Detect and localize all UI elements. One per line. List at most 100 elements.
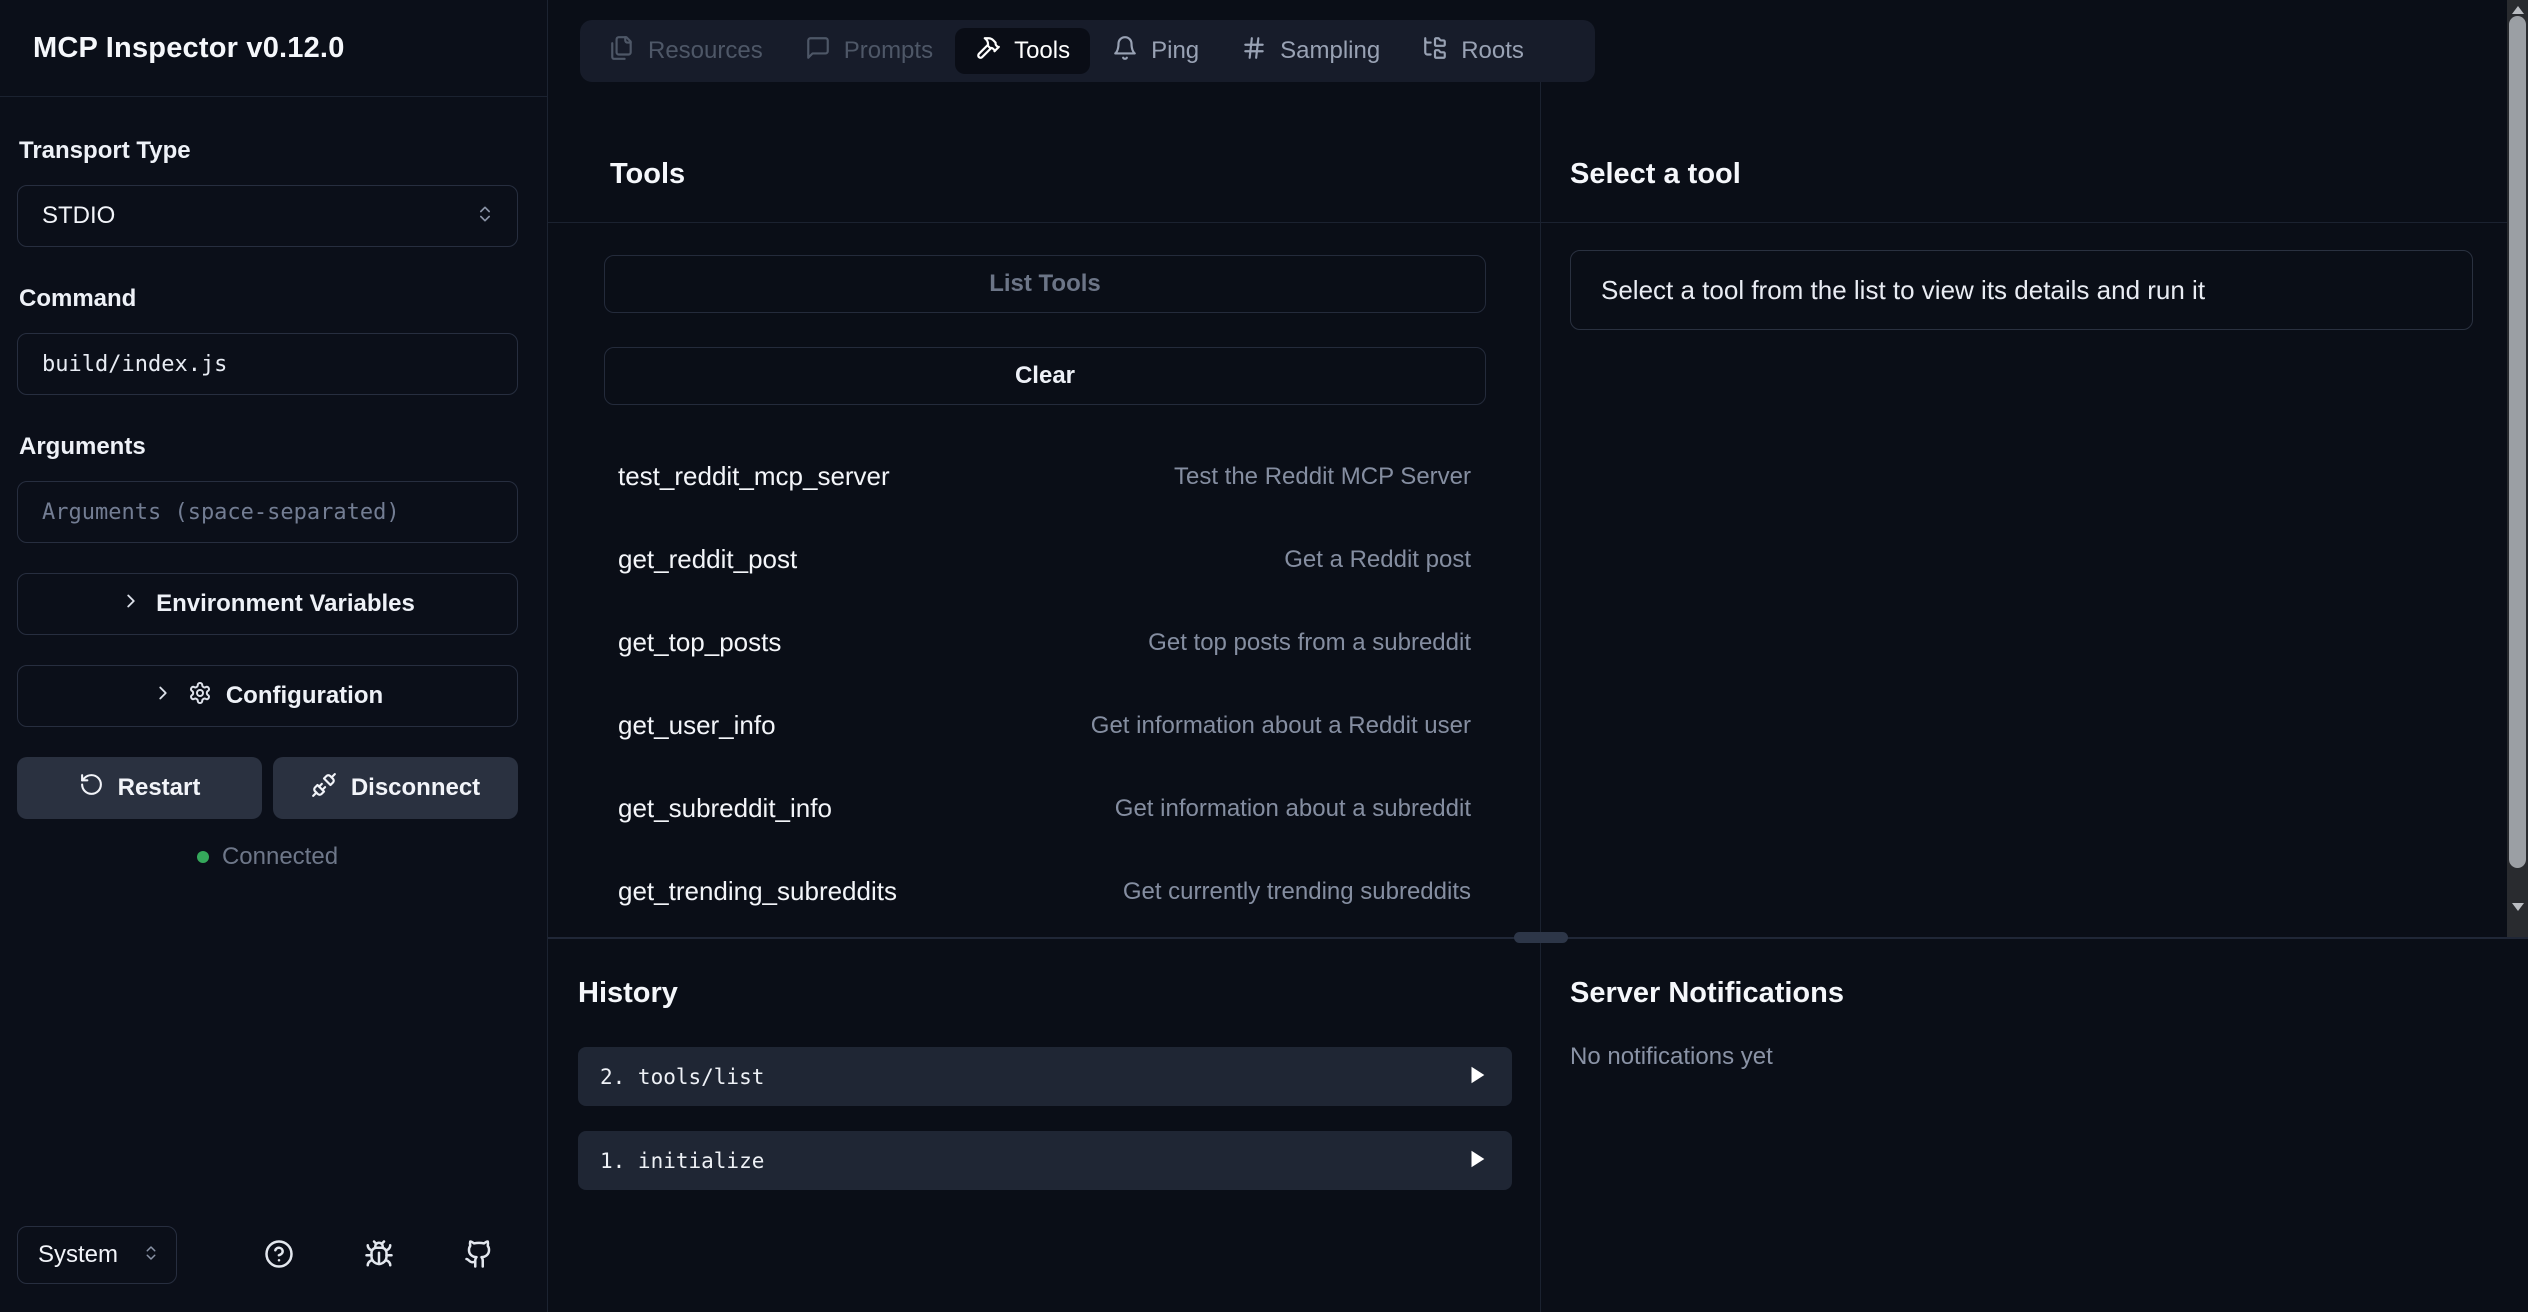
chevrons-up-down-icon [142,1244,160,1267]
sidebar-footer: System [0,1226,547,1312]
tab-resources[interactable]: Resources [589,28,783,74]
connection-actions: Restart Disconnect [17,757,518,819]
tools-heading: Tools [610,156,1540,192]
scrollbar-down-arrow[interactable] [2507,897,2528,917]
rotate-ccw-icon [79,772,104,804]
tab-label: Sampling [1280,37,1380,65]
panel-resize-handle[interactable] [1514,932,1568,943]
arguments-label: Arguments [19,433,518,461]
connected-status-dot [197,851,209,863]
server-notifications-heading: Server Notifications [1570,975,2528,1011]
tools-main: Tools List Tools Clear test_reddit_mcp_s… [548,82,2528,937]
tool-description: Get information about a subreddit [1115,795,1471,823]
files-icon [609,35,635,68]
bottom-panel: History 2. tools/list 1. initialize [548,937,2528,1312]
tool-row[interactable]: get_top_posts Get top posts from a subre… [618,601,1471,684]
disconnect-button[interactable]: Disconnect [273,757,518,819]
tab-label: Ping [1151,37,1199,65]
tool-description: Get currently trending subreddits [1123,878,1471,906]
disconnect-label: Disconnect [351,774,480,802]
tool-description: Get information about a Reddit user [1091,712,1471,740]
content-area: Resources Prompts Tools [548,0,2528,1312]
tab-prompts[interactable]: Prompts [785,28,953,74]
history-entry-label: 1. initialize [600,1149,764,1173]
environment-variables-button[interactable]: Environment Variables [17,573,518,635]
tool-list: test_reddit_mcp_server Test the Reddit M… [618,435,1471,933]
server-notifications-pane: Server Notifications No notifications ye… [1541,939,2528,1312]
tool-description: Get top posts from a subreddit [1148,629,1471,657]
tool-row[interactable]: get_subreddit_info Get information about… [618,767,1471,850]
mcp-inspector-app: MCP Inspector v0.12.0 Transport Type STD… [0,0,2528,1312]
vertical-scrollbar[interactable] [2507,0,2528,937]
transport-type-label: Transport Type [19,137,518,165]
theme-select[interactable]: System [17,1226,177,1284]
help-button[interactable] [263,1239,295,1271]
app-title: MCP Inspector v0.12.0 [33,32,345,65]
bell-icon [1112,35,1138,68]
tab-label: Tools [1014,37,1070,65]
tools-list-pane: Tools List Tools Clear test_reddit_mcp_s… [548,82,1541,937]
list-tools-button[interactable]: List Tools [604,255,1486,313]
history-heading: History [578,975,1512,1011]
connected-status-label: Connected [222,843,338,871]
footer-icons [263,1239,495,1271]
bug-icon [364,1239,394,1272]
tool-name: get_subreddit_info [618,793,832,824]
topbar: Resources Prompts Tools [548,0,2528,82]
transport-type-select[interactable]: STDIO [17,185,518,247]
tab-tools[interactable]: Tools [955,28,1090,74]
environment-variables-label: Environment Variables [156,590,415,618]
tab-sampling[interactable]: Sampling [1221,28,1400,74]
divider [548,222,1540,223]
tab-label: Prompts [844,37,933,65]
arguments-input[interactable] [17,481,518,543]
tool-name: get_reddit_post [618,544,797,575]
command-label: Command [19,285,518,313]
chevron-right-icon [152,682,174,711]
tool-row[interactable]: get_trending_subreddits Get currently tr… [618,850,1471,933]
scrollbar-thumb[interactable] [2509,16,2526,868]
report-bug-button[interactable] [363,1239,395,1271]
restart-button[interactable]: Restart [17,757,262,819]
configuration-label: Configuration [226,682,383,710]
github-button[interactable] [463,1239,495,1271]
github-icon [464,1239,494,1272]
history-entry[interactable]: 2. tools/list [578,1047,1512,1106]
clear-tools-button[interactable]: Clear [604,347,1486,405]
tool-name: get_trending_subreddits [618,876,897,907]
divider [1541,222,2528,223]
tools-buttons: List Tools Clear [604,255,1486,405]
tool-name: get_user_info [618,710,776,741]
chevron-right-icon [120,590,142,619]
expand-history-entry-button[interactable] [1466,1064,1488,1089]
theme-select-value: System [38,1241,118,1269]
play-icon [1466,1064,1488,1089]
configuration-button[interactable]: Configuration [17,665,518,727]
gear-icon [188,681,212,712]
tool-description: Test the Reddit MCP Server [1174,463,1471,491]
folder-tree-icon [1422,35,1448,68]
tool-row[interactable]: test_reddit_mcp_server Test the Reddit M… [618,435,1471,518]
tab-roots[interactable]: Roots [1402,28,1544,74]
tab-bar: Resources Prompts Tools [580,20,1595,82]
command-input[interactable] [17,333,518,395]
expand-history-entry-button[interactable] [1466,1148,1488,1173]
sidebar-body: Transport Type STDIO Command Arguments E… [0,97,547,1226]
tool-name: get_top_posts [618,627,781,658]
play-icon [1466,1148,1488,1173]
connection-status: Connected [17,843,518,871]
tool-detail-pane: Select a tool Select a tool from the lis… [1541,82,2528,937]
hammer-icon [975,35,1001,68]
restart-label: Restart [118,774,201,802]
help-circle-icon [264,1239,294,1272]
notifications-empty-message: No notifications yet [1570,1043,2528,1071]
history-pane: History 2. tools/list 1. initialize [548,939,1541,1312]
select-a-tool-heading: Select a tool [1570,156,2528,192]
tool-row[interactable]: get_reddit_post Get a Reddit post [618,518,1471,601]
tab-ping[interactable]: Ping [1092,28,1219,74]
history-entry[interactable]: 1. initialize [578,1131,1512,1190]
tool-row[interactable]: get_user_info Get information about a Re… [618,684,1471,767]
transport-type-value: STDIO [42,202,115,230]
sidebar-header: MCP Inspector v0.12.0 [0,0,547,97]
unplug-icon [311,772,337,805]
